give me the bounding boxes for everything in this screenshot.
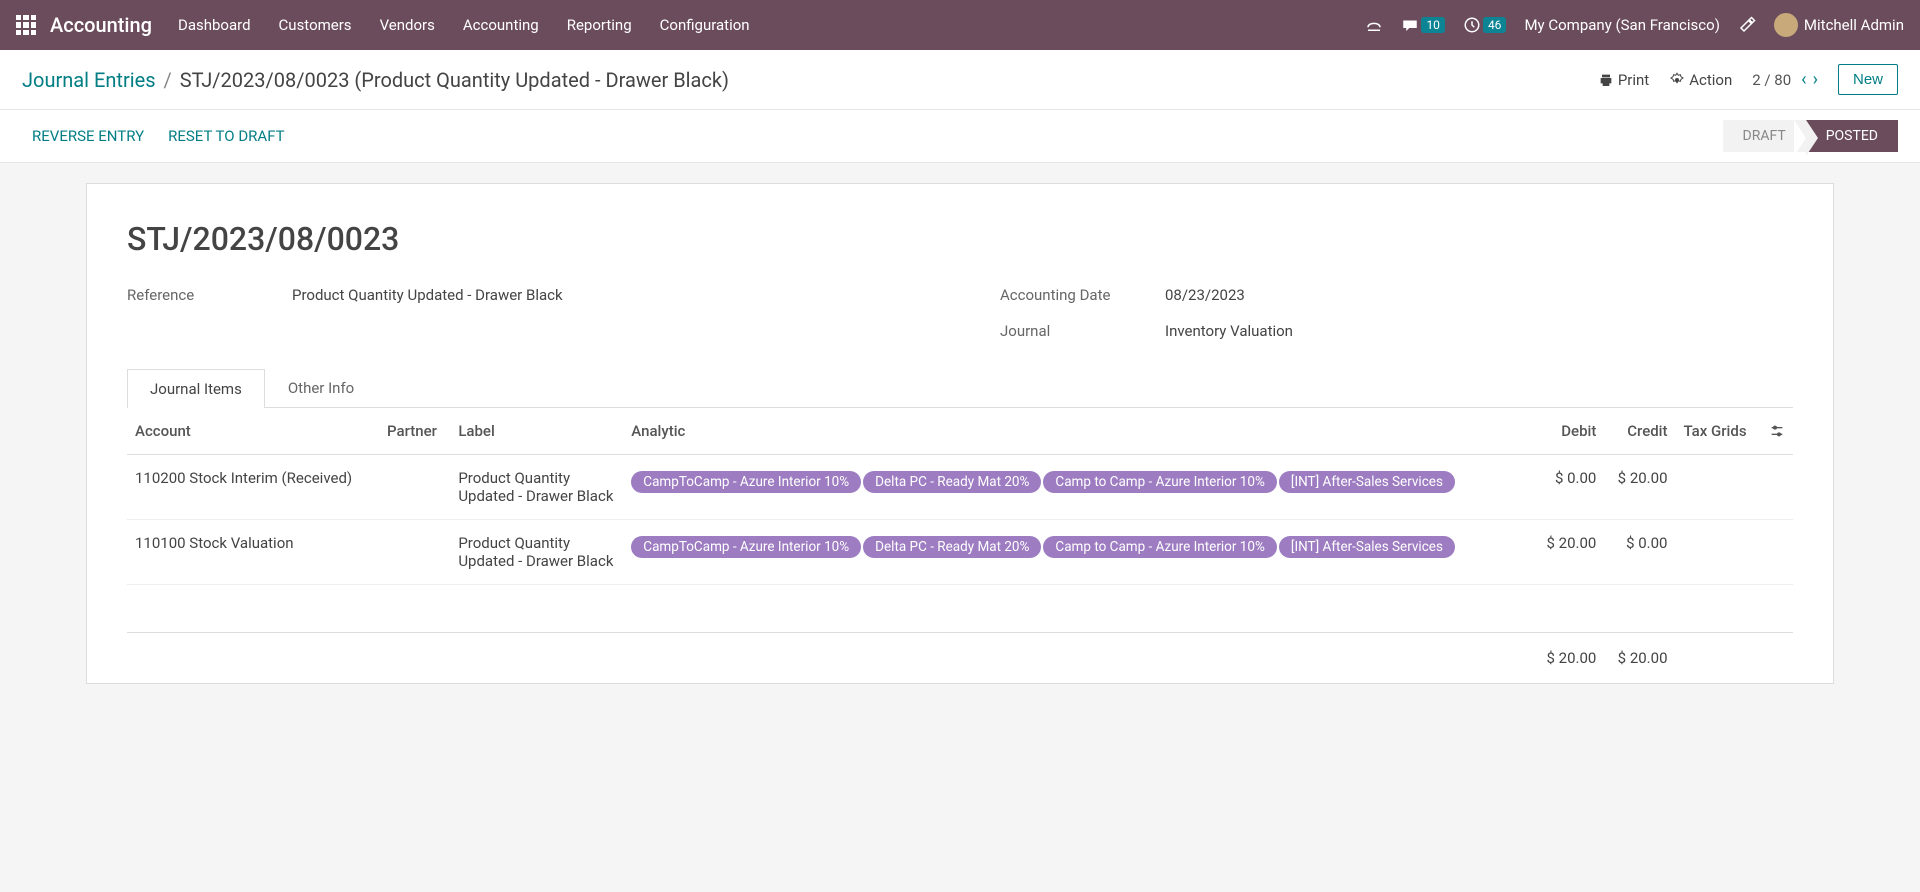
col-account[interactable]: Account xyxy=(127,408,379,455)
cell-credit: $ 20.00 xyxy=(1604,455,1675,520)
breadcrumb-root[interactable]: Journal Entries xyxy=(22,68,156,92)
app-name: Accounting xyxy=(50,13,152,37)
record-card: STJ/2023/08/0023 Reference Product Quant… xyxy=(86,183,1834,684)
new-button[interactable]: New xyxy=(1838,64,1898,95)
analytic-tag[interactable]: Delta PC - Ready Mat 20% xyxy=(863,471,1041,493)
col-label[interactable]: Label xyxy=(450,408,623,455)
tab-journal-items[interactable]: Journal Items xyxy=(127,369,265,408)
tools-icon[interactable] xyxy=(1738,16,1756,34)
apps-icon[interactable] xyxy=(16,15,36,35)
messages-badge: 10 xyxy=(1421,17,1445,33)
print-label: Print xyxy=(1618,71,1649,89)
messages-icon[interactable]: 10 xyxy=(1401,16,1445,34)
cell-debit: $ 20.00 xyxy=(1533,520,1604,585)
breadcrumb-sep: / xyxy=(164,68,172,92)
topbar-right: 10 46 My Company (San Francisco) Mitchel… xyxy=(1365,13,1904,37)
cell-account: 110100 Stock Valuation xyxy=(127,520,379,585)
col-debit[interactable]: Debit xyxy=(1533,408,1604,455)
analytic-tag[interactable]: CampToCamp - Azure Interior 10% xyxy=(631,536,861,558)
subheader: Journal Entries / STJ/2023/08/0023 (Prod… xyxy=(0,50,1920,110)
cell-partner xyxy=(379,520,450,585)
cell-partner xyxy=(379,455,450,520)
analytic-tag[interactable]: CampToCamp - Azure Interior 10% xyxy=(631,471,861,493)
tabs: Journal Items Other Info xyxy=(127,368,1793,408)
analytic-tag[interactable]: Camp to Camp - Azure Interior 10% xyxy=(1043,471,1276,493)
analytic-tag[interactable]: [INT] After-Sales Services xyxy=(1279,536,1455,558)
total-debit: $ 20.00 xyxy=(1533,633,1604,684)
col-partner[interactable]: Partner xyxy=(379,408,450,455)
pager: 2 / 80 ‹ › xyxy=(1752,69,1818,90)
statusbar: REVERSE ENTRY RESET TO DRAFT DRAFT POSTE… xyxy=(0,110,1920,163)
journal-items-table: Account Partner Label Analytic Debit Cre… xyxy=(127,408,1793,683)
col-taxgrids[interactable]: Tax Grids xyxy=(1676,408,1762,455)
cell-analytic: CampToCamp - Azure Interior 10%Delta PC … xyxy=(623,455,1533,520)
pager-prev-icon[interactable]: ‹ xyxy=(1801,69,1806,90)
analytic-tag[interactable]: Delta PC - Ready Mat 20% xyxy=(863,536,1041,558)
activities-badge: 46 xyxy=(1483,17,1507,33)
user-menu[interactable]: Mitchell Admin xyxy=(1774,13,1904,37)
cell-taxgrids xyxy=(1676,455,1762,520)
reset-to-draft-button[interactable]: RESET TO DRAFT xyxy=(168,127,284,145)
accounting-date-label: Accounting Date xyxy=(1000,286,1165,304)
cell-account: 110200 Stock Interim (Received) xyxy=(127,455,379,520)
analytic-tag[interactable]: Camp to Camp - Azure Interior 10% xyxy=(1043,536,1276,558)
cell-label: Product Quantity Updated - Drawer Black xyxy=(450,455,623,520)
nav-customers[interactable]: Customers xyxy=(279,16,352,34)
print-button[interactable]: Print xyxy=(1598,71,1649,89)
table-row[interactable]: 110100 Stock Valuation Product Quantity … xyxy=(127,520,1793,585)
nav: Dashboard Customers Vendors Accounting R… xyxy=(178,16,1365,34)
cell-taxgrids xyxy=(1676,520,1762,585)
company-selector[interactable]: My Company (San Francisco) xyxy=(1524,16,1719,34)
nav-configuration[interactable]: Configuration xyxy=(660,16,750,34)
nav-vendors[interactable]: Vendors xyxy=(380,16,435,34)
journal-label: Journal xyxy=(1000,322,1165,340)
status-posted[interactable]: POSTED xyxy=(1806,120,1898,152)
pager-count: 2 / 80 xyxy=(1752,71,1791,89)
print-icon xyxy=(1598,72,1614,88)
action-label: Action xyxy=(1689,71,1732,89)
topbar: Accounting Dashboard Customers Vendors A… xyxy=(0,0,1920,50)
tab-other-info[interactable]: Other Info xyxy=(265,368,377,407)
reference-label: Reference xyxy=(127,286,292,304)
cell-credit: $ 0.00 xyxy=(1604,520,1675,585)
nav-reporting[interactable]: Reporting xyxy=(567,16,632,34)
journal-value: Inventory Valuation xyxy=(1165,322,1293,340)
avatar xyxy=(1774,13,1798,37)
column-settings-icon[interactable] xyxy=(1769,423,1785,439)
user-name: Mitchell Admin xyxy=(1804,16,1904,34)
nav-dashboard[interactable]: Dashboard xyxy=(178,16,251,34)
subheader-actions: Print Action 2 / 80 ‹ › New xyxy=(1598,64,1898,95)
support-icon[interactable] xyxy=(1365,16,1383,34)
cell-analytic: CampToCamp - Azure Interior 10%Delta PC … xyxy=(623,520,1533,585)
gear-icon xyxy=(1669,72,1685,88)
record-title: STJ/2023/08/0023 xyxy=(127,220,1793,258)
status-steps: DRAFT POSTED xyxy=(1723,120,1898,152)
breadcrumb-current: STJ/2023/08/0023 (Product Quantity Updat… xyxy=(180,68,729,92)
action-button[interactable]: Action xyxy=(1669,71,1732,89)
activities-icon[interactable]: 46 xyxy=(1463,16,1507,34)
table-row[interactable]: 110200 Stock Interim (Received) Product … xyxy=(127,455,1793,520)
cell-debit: $ 0.00 xyxy=(1533,455,1604,520)
accounting-date-value: 08/23/2023 xyxy=(1165,286,1245,304)
cell-label: Product Quantity Updated - Drawer Black xyxy=(450,520,623,585)
reverse-entry-button[interactable]: REVERSE ENTRY xyxy=(32,127,144,145)
analytic-tag[interactable]: [INT] After-Sales Services xyxy=(1279,471,1455,493)
total-credit: $ 20.00 xyxy=(1604,633,1675,684)
col-credit[interactable]: Credit xyxy=(1604,408,1675,455)
pager-next-icon[interactable]: › xyxy=(1813,69,1818,90)
reference-value: Product Quantity Updated - Drawer Black xyxy=(292,286,563,304)
breadcrumb: Journal Entries / STJ/2023/08/0023 (Prod… xyxy=(22,68,729,92)
nav-accounting[interactable]: Accounting xyxy=(463,16,539,34)
col-analytic[interactable]: Analytic xyxy=(623,408,1533,455)
